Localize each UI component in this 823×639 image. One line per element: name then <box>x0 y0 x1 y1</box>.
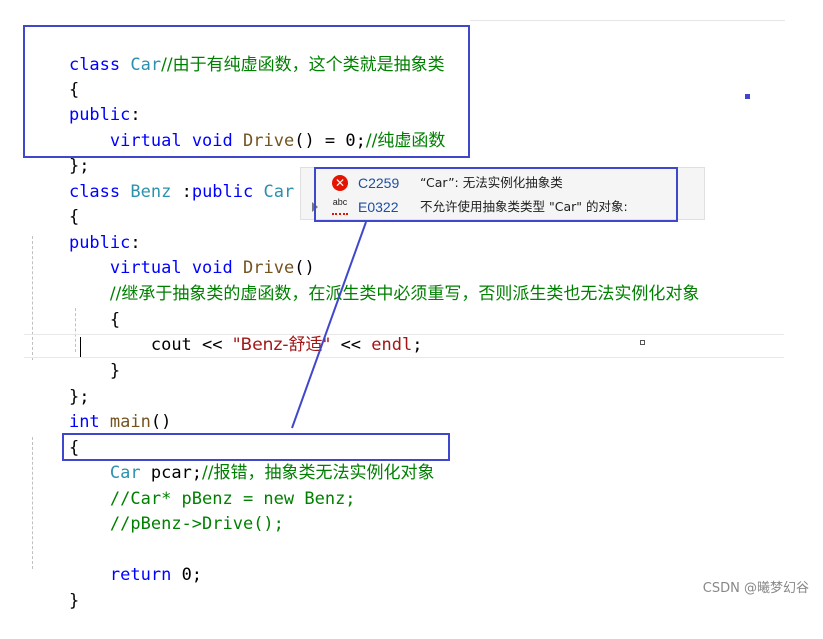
resize-handle[interactable] <box>640 340 645 345</box>
code-line-19[interactable]: //pBenz->Drive(); <box>28 487 284 534</box>
code-line-9[interactable]: virtual void Drive() <box>28 231 315 278</box>
code-line-14[interactable]: }; <box>28 360 89 407</box>
type-name: Car <box>263 182 295 202</box>
string-literal: "Benz-舒适" <box>232 335 331 355</box>
code-line-8[interactable]: public: <box>28 206 141 253</box>
keyword: public <box>191 182 254 202</box>
punctuation: } <box>109 361 121 381</box>
code-line-15[interactable]: int main() <box>28 385 171 432</box>
function-name: main <box>109 412 151 432</box>
punctuation: () <box>150 412 172 432</box>
keyword: return <box>109 565 172 585</box>
code-line-6[interactable]: class Benz :public Car <box>28 155 294 202</box>
code-text: cout << <box>150 335 233 355</box>
function-name: endl <box>371 335 413 355</box>
code-line-7[interactable]: { <box>28 180 79 227</box>
code-line-10[interactable]: //继承于抽象类的虚函数，在派生类中必须重写，否则派生类也无法实例化对象 <box>28 257 699 304</box>
punctuation: } <box>68 591 80 611</box>
code-line-12[interactable]: cout << "Benz-舒适" << endl; <box>28 308 423 355</box>
code-text: << <box>330 335 372 355</box>
code-line-13[interactable]: } <box>28 334 120 381</box>
text-caret <box>80 337 81 357</box>
type-name: Benz <box>130 182 172 202</box>
code-line-11[interactable]: { <box>28 283 120 330</box>
code-line-21[interactable]: return 0; <box>28 538 202 585</box>
punctuation: : <box>171 182 192 202</box>
divider <box>470 20 785 21</box>
comment: //pBenz->Drive(); <box>109 514 284 534</box>
punctuation: ; <box>412 335 423 355</box>
watermark: CSDN @曦梦幻谷 <box>702 581 809 596</box>
code-line-18[interactable]: //Car* pBenz = new Benz; <box>28 462 356 509</box>
marker-dot <box>745 94 750 99</box>
code-line-22[interactable]: } <box>28 564 79 611</box>
comment: //继承于抽象类的虚函数，在派生类中必须重写，否则派生类也无法实例化对象 <box>109 284 700 304</box>
annotation-box-error-tooltip <box>314 167 678 222</box>
code-text: 0; <box>171 565 203 585</box>
annotation-box-abstract-class <box>23 25 470 158</box>
annotation-box-instantiation <box>62 433 450 461</box>
